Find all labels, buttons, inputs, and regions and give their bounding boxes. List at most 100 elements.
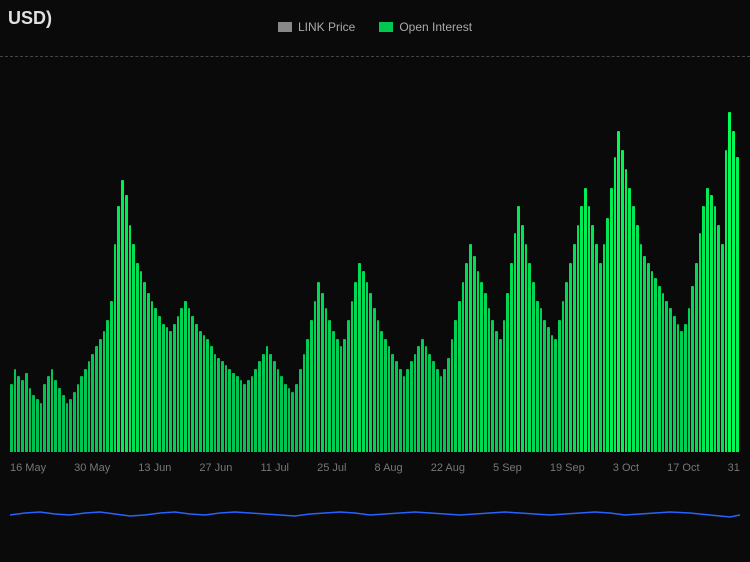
chart-bar	[225, 365, 228, 452]
chart-bar	[714, 206, 717, 452]
chart-bar	[362, 271, 365, 452]
chart-bar	[625, 169, 628, 452]
chart-bar	[540, 308, 543, 452]
chart-bar	[395, 361, 398, 452]
chart-bar	[147, 293, 150, 452]
chart-bar	[47, 376, 50, 452]
chart-bar	[180, 308, 183, 452]
legend-open-interest-box	[379, 22, 393, 32]
chart-bar	[310, 320, 313, 452]
chart-bar	[140, 271, 143, 452]
chart-bar	[317, 282, 320, 452]
x-axis-label: 17 Oct	[667, 462, 699, 474]
chart-bar	[503, 320, 506, 452]
chart-bar	[610, 188, 613, 452]
chart-bar	[688, 308, 691, 452]
legend-link-price: LINK Price	[278, 20, 355, 34]
chart-bar	[447, 358, 450, 452]
chart-bar	[565, 282, 568, 452]
chart-bar	[273, 361, 276, 452]
chart-bar	[458, 301, 461, 452]
chart-bar	[106, 320, 109, 452]
chart-bar	[151, 301, 154, 452]
chart-bar	[710, 195, 713, 452]
chart-bar	[114, 244, 117, 452]
chart-area: 16 May30 May13 Jun27 Jun11 Jul25 Jul8 Au…	[0, 42, 750, 532]
price-line-area	[10, 477, 740, 522]
chart-bar	[473, 256, 476, 452]
chart-bar	[232, 373, 235, 452]
chart-bar	[388, 346, 391, 452]
chart-bar	[617, 131, 620, 452]
chart-bar	[499, 339, 502, 452]
chart-bar	[354, 282, 357, 452]
chart-bar	[736, 157, 739, 452]
chart-bar	[110, 301, 113, 452]
chart-bar	[621, 150, 624, 452]
chart-bar	[214, 354, 217, 452]
chart-bar	[199, 331, 202, 452]
chart-bar	[336, 339, 339, 452]
chart-bar	[462, 282, 465, 452]
chart-bar	[77, 384, 80, 452]
chart-bar	[121, 180, 124, 452]
chart-bar	[440, 376, 443, 452]
chart-bar	[288, 388, 291, 452]
chart-bar	[514, 233, 517, 452]
chart-bar	[595, 244, 598, 452]
x-axis-label: 30 May	[74, 462, 110, 474]
x-axis-label: 19 Sep	[550, 462, 585, 474]
chart-bar	[358, 263, 361, 452]
chart-bar	[588, 206, 591, 452]
chart-bar	[451, 339, 454, 452]
chart-bar	[636, 225, 639, 452]
bars-area	[10, 112, 740, 452]
chart-bar	[162, 324, 165, 452]
chart-bar	[603, 244, 606, 452]
chart-bar	[436, 369, 439, 452]
chart-bar	[577, 225, 580, 452]
chart-bar	[40, 403, 43, 452]
chart-bar	[632, 206, 635, 452]
chart-bar	[669, 308, 672, 452]
chart-bar	[21, 380, 24, 452]
chart-bar	[191, 316, 194, 452]
chart-bar	[506, 293, 509, 452]
chart-bar	[169, 331, 172, 452]
chart-bar	[251, 376, 254, 452]
chart-bar	[628, 188, 631, 452]
chart-bar	[643, 256, 646, 452]
chart-bar	[410, 361, 413, 452]
chart-bar	[591, 225, 594, 452]
chart-bar	[480, 282, 483, 452]
chart-bar	[277, 369, 280, 452]
dashed-reference-line	[0, 56, 750, 57]
chart-title: USD)	[8, 8, 52, 29]
chart-bar	[129, 225, 132, 452]
chart-bar	[91, 354, 94, 452]
chart-bar	[454, 320, 457, 452]
chart-bar	[247, 380, 250, 452]
chart-bar	[228, 369, 231, 452]
chart-bar	[254, 369, 257, 452]
chart-bar	[17, 376, 20, 452]
chart-bar	[651, 271, 654, 452]
chart-bar	[521, 225, 524, 452]
chart-bar	[280, 376, 283, 452]
chart-bar	[662, 293, 665, 452]
chart-bar	[10, 384, 13, 452]
chart-bar	[654, 278, 657, 452]
chart-bar	[488, 308, 491, 452]
chart-bar	[406, 369, 409, 452]
chart-bar	[532, 282, 535, 452]
chart-bar	[525, 244, 528, 452]
chart-bar	[88, 361, 91, 452]
chart-bar	[136, 263, 139, 452]
chart-bar	[103, 331, 106, 452]
chart-bar	[721, 244, 724, 452]
chart-bar	[691, 286, 694, 452]
chart-bar	[414, 354, 417, 452]
chart-bar	[725, 150, 728, 452]
chart-bar	[432, 361, 435, 452]
chart-bar	[347, 320, 350, 452]
